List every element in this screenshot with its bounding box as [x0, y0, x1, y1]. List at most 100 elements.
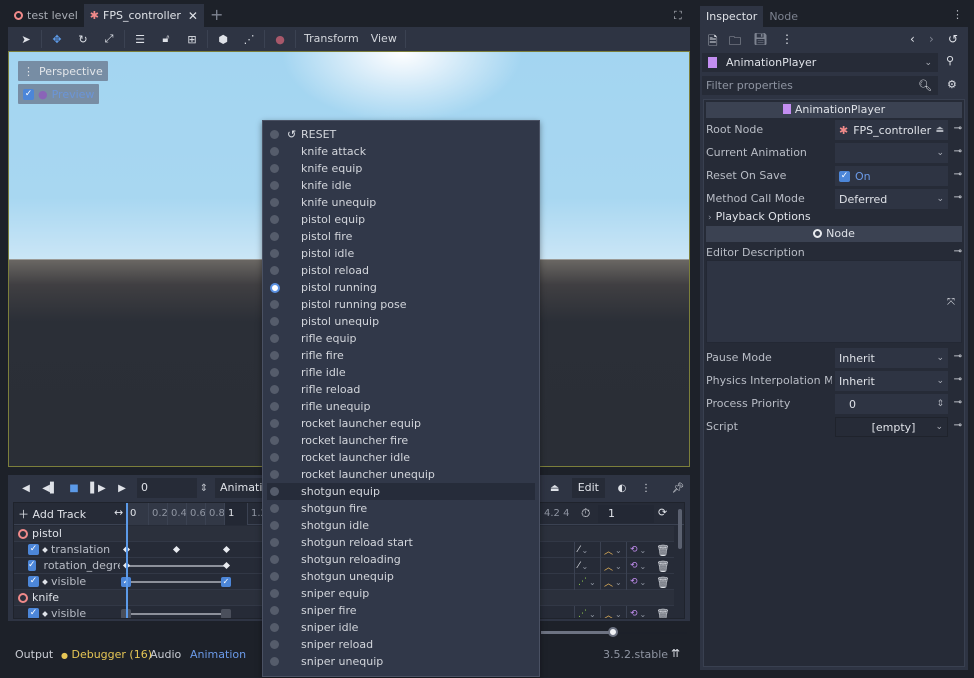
prop-value-enum[interactable]: Inherit ⌄	[835, 371, 948, 391]
filter-properties-input[interactable]: Filter properties 🔍︎	[702, 76, 938, 95]
tab-debugger[interactable]: ● Debugger (16)	[61, 648, 152, 661]
animation-option[interactable]: knife idle	[267, 177, 535, 194]
close-tab-icon[interactable]: ✕	[188, 9, 198, 23]
prop-value-number[interactable]: 0 ⇕	[835, 394, 948, 414]
history-back-icon[interactable]: ‹	[910, 32, 915, 46]
view-menu[interactable]: View	[365, 28, 403, 50]
animation-option[interactable]: pistol reload	[267, 262, 535, 279]
animation-option[interactable]: rifle fire	[267, 347, 535, 364]
loop-wrap-selector[interactable]: ⟲ ⌄	[626, 574, 652, 590]
keyframe-key-icon[interactable]: ⊸	[954, 192, 962, 203]
track-enable-checkbox[interactable]: ✓	[28, 576, 39, 587]
animation-option[interactable]: rifle equip	[267, 330, 535, 347]
checkbox-checked-icon[interactable]: ✓	[839, 170, 850, 182]
playback-options-section[interactable]: › Playback Options	[708, 210, 811, 223]
animation-option[interactable]: shotgun equip	[267, 483, 535, 500]
interpolation-selector[interactable]: ︿ ⌄	[600, 542, 626, 558]
prop-value-enum[interactable]: ⌄	[835, 143, 948, 163]
scene-tab-test-level[interactable]: test level	[8, 4, 84, 27]
expand-icon[interactable]: ⤧	[947, 297, 955, 308]
track-enable-checkbox[interactable]: ✓	[28, 560, 36, 571]
keyframe[interactable]	[222, 545, 231, 554]
perspective-menu-button[interactable]: ⋮ Perspective	[18, 61, 108, 81]
update-mode-selector[interactable]: ⋰ ⌄	[574, 574, 600, 590]
dock-menu-icon[interactable]: ⋮	[952, 8, 963, 21]
move-tool-icon[interactable]: ✥	[44, 28, 70, 50]
animation-option[interactable]: sniper fire	[267, 602, 535, 619]
animation-length-field[interactable]: 1	[598, 505, 654, 523]
snap-icon[interactable]: ⋰	[236, 28, 262, 50]
update-mode-selector[interactable]: ⋰ ⌄	[574, 606, 600, 618]
autoplay-icon[interactable]: ⏏	[543, 478, 567, 498]
animation-option[interactable]: shotgun reloading	[267, 551, 535, 568]
time-spinner-icon[interactable]: ⇕	[197, 483, 211, 494]
loop-wrap-selector[interactable]: ⟲ ⌄	[626, 606, 652, 618]
keyframe-key-icon[interactable]: ⊸	[954, 351, 962, 362]
animation-option[interactable]: shotgun fire	[267, 500, 535, 517]
prop-value-resource[interactable]: [empty] ⌄	[835, 417, 948, 437]
expand-bottom-panel-icon[interactable]: ⇈	[671, 647, 680, 660]
group-icon[interactable]: ⊞	[179, 28, 205, 50]
transform-menu[interactable]: Transform	[298, 28, 365, 50]
playhead[interactable]	[126, 503, 128, 618]
prop-value-node[interactable]: ✱ FPS_controller ⏏	[835, 120, 948, 140]
delete-track-icon[interactable]: 🗑︎	[652, 576, 670, 589]
animation-option[interactable]: rocket launcher unequip	[267, 466, 535, 483]
animation-option[interactable]: sniper unequip	[267, 653, 535, 670]
object-selector[interactable]: AnimationPlayer ⌄	[702, 53, 938, 72]
update-mode-selector[interactable]: ⁄ ⌄	[574, 542, 600, 558]
delete-track-icon[interactable]: 🗑︎	[652, 544, 670, 557]
select-tool-icon[interactable]: ➤	[13, 28, 39, 50]
keyframe-bool[interactable]	[221, 609, 231, 618]
play-backwards-icon[interactable]: ◀	[14, 478, 38, 498]
animation-option[interactable]: shotgun reload start	[267, 534, 535, 551]
animation-option[interactable]: rocket launcher idle	[267, 449, 535, 466]
play-from-start-icon[interactable]: ▌▶	[86, 478, 110, 498]
new-resource-icon[interactable]: 🗎	[708, 32, 718, 53]
more-options-icon[interactable]: ⋮	[634, 478, 658, 498]
track-scrollbar[interactable]	[678, 509, 682, 549]
play-icon[interactable]: ▶	[110, 478, 134, 498]
animation-option[interactable]: rocket launcher fire	[267, 432, 535, 449]
clear-icon[interactable]: ⏏	[935, 125, 944, 135]
prop-value-enum[interactable]: Deferred ⌄	[835, 189, 948, 209]
save-icon[interactable]: 💾︎	[753, 32, 768, 46]
keyframe-key-icon[interactable]: ⊸	[954, 246, 962, 257]
prop-value-bool[interactable]: ✓ On	[835, 166, 948, 186]
animation-option[interactable]: rocket launcher equip	[267, 415, 535, 432]
keyframe-key-icon[interactable]: ⊸	[954, 374, 962, 385]
delete-track-icon[interactable]: 🗑︎	[652, 560, 670, 573]
keyframe-key-icon[interactable]: ⊸	[954, 397, 962, 408]
interpolation-selector[interactable]: ︿ ⌄	[600, 558, 626, 574]
edit-menu-button[interactable]: Edit	[571, 478, 605, 498]
delete-track-icon[interactable]: 🗑︎	[652, 608, 670, 619]
list-select-icon[interactable]: ☰	[127, 28, 153, 50]
animation-option[interactable]: knife unequip	[267, 194, 535, 211]
track-enable-checkbox[interactable]: ✓	[28, 544, 39, 555]
interpolation-selector[interactable]: ︿ ⌄	[600, 606, 626, 618]
open-folder-icon[interactable]: 🗀	[729, 32, 741, 53]
tab-animation[interactable]: Animation	[190, 648, 246, 661]
keyframe-key-icon[interactable]: ⊸	[954, 123, 962, 134]
animation-option[interactable]: rifle idle	[267, 364, 535, 381]
animation-option[interactable]: pistol fire	[267, 228, 535, 245]
animation-option[interactable]: pistol running	[267, 279, 535, 296]
loop-wrap-selector[interactable]: ⟲ ⌄	[626, 558, 652, 574]
keyframe[interactable]	[222, 561, 231, 570]
tab-audio[interactable]: Audio	[150, 648, 181, 661]
add-scene-tab-button[interactable]: +	[204, 4, 229, 28]
filter-options-icon[interactable]: ⚙	[947, 78, 957, 91]
timeline-resize-handle[interactable]: ↔	[114, 506, 123, 519]
animation-option[interactable]: rifle reload	[267, 381, 535, 398]
history-forward-icon[interactable]: ›	[929, 32, 934, 46]
time-field[interactable]: 0	[137, 478, 197, 498]
object-history-icon[interactable]: ↺	[948, 32, 958, 46]
keyframe-bool[interactable]: ✓	[221, 577, 231, 587]
animation-option[interactable]: sniper equip	[267, 585, 535, 602]
open-docs-icon[interactable]: ⚲	[946, 54, 954, 67]
tab-node[interactable]: Node	[763, 6, 804, 28]
animation-option[interactable]: pistol running pose	[267, 296, 535, 313]
keyframe[interactable]	[172, 545, 181, 554]
animation-option[interactable]: ↺ RESET	[267, 126, 535, 143]
pin-icon[interactable]: 📌︎	[666, 478, 690, 498]
